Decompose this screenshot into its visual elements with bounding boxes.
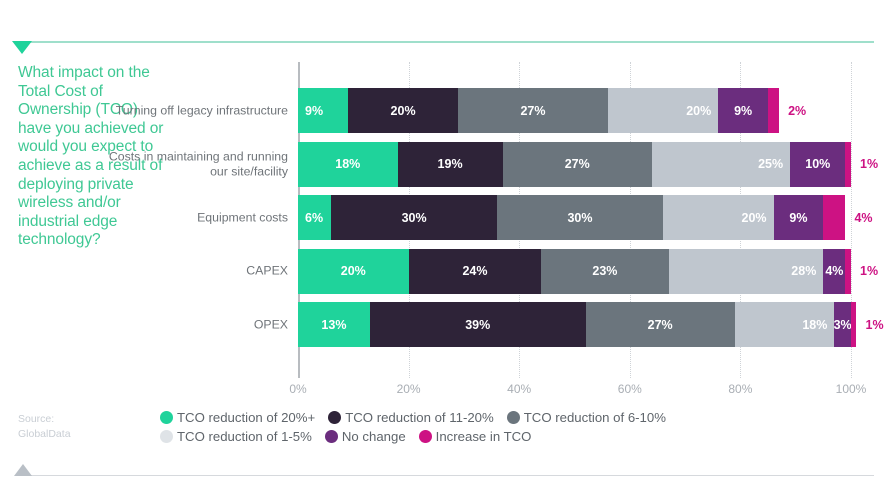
legend-item[interactable]: TCO reduction of 1-5% [160,429,325,444]
bar-segment[interactable] [823,195,846,240]
source-block: Source: GlobalData [18,412,158,442]
source-label: Source: [18,413,55,425]
bar-segment[interactable]: 20% [347,88,459,133]
legend-item[interactable]: TCO reduction of 11-20% [328,410,507,425]
chart-row: Turning off legacy infrastructure 2% 9% 20%… [116,88,851,133]
x-tick-label: 80% [728,382,753,396]
bar-segment[interactable]: 20% [607,88,719,133]
stacked-bar[interactable]: 9% 20% 27% 20% 9% [298,88,780,133]
bar-segment[interactable] [845,248,851,294]
bar-segment[interactable]: 18% [298,141,398,187]
chart-legend: TCO reduction of 20%+ TCO reduction of 11… [160,408,760,446]
legend-label: TCO reduction of 11-20% [345,410,494,425]
bar-segment[interactable]: 3% [834,302,851,347]
bar-segment[interactable]: 18% [734,302,835,347]
bar-segment[interactable]: 27% [502,141,652,187]
bar-segment[interactable] [845,141,851,187]
legend-swatch-icon [160,411,173,424]
bar-segment[interactable]: 28% [668,248,824,294]
bar-segment[interactable]: 25% [651,141,791,187]
x-tick-label: 60% [617,382,642,396]
legend-label: TCO reduction of 1-5% [177,429,312,444]
legend-row-2: TCO reduction of 1-5% No change Increase i… [160,427,760,446]
bar-outer-label: 1% [860,264,879,278]
legend-swatch-icon [160,430,173,443]
x-tick-label: 40% [507,382,532,396]
x-tick-label: 100% [835,382,867,396]
bar-outer-label: 1% [860,157,879,171]
bar-segment[interactable]: 23% [541,248,669,294]
category-label: Turning off legacy infrastructure [115,103,288,118]
legend-label: TCO reduction of 6-10% [523,410,666,425]
legend-swatch-icon [506,411,520,424]
top-divider-rule [22,41,874,43]
bar-segment[interactable]: 39% [369,302,586,347]
legend-item[interactable]: TCO reduction of 20%+ [160,410,328,425]
source-name: GlobalData [18,428,71,440]
legend-swatch-icon [324,430,338,443]
bar-outer-label: 1% [865,317,884,332]
legend-swatch-icon [418,430,432,443]
bar-outer-label: 4% [854,210,873,225]
legend-swatch-icon [328,411,342,424]
bar-segment[interactable]: 24% [408,248,542,294]
stacked-bar-chart: Turning off legacy infrastructure 2% 9% 20%… [109,62,884,396]
bar-segment[interactable] [768,88,780,133]
bar-segment[interactable]: 30% [497,195,663,240]
bar-segment[interactable]: 20% [662,195,774,240]
stacked-bar[interactable]: 18% 19% 27% 25% 10% [298,141,851,187]
chart-row: OPEX 1% 13% 39% 27% 18% 3% [254,302,884,347]
legend-label: Increase in TCO [435,429,532,444]
x-tick-label: 20% [396,382,421,396]
chart-row: CAPEX 1% 20% 24% 23% 28% 4% [246,248,878,294]
x-tick-label: 0% [289,382,307,396]
bar-segment[interactable]: 13% [298,302,370,347]
slide-canvas: What impact on the Total Cost of Ownersh… [0,0,896,504]
stacked-bar[interactable]: 6% 30% 30% 20% 9% [298,195,846,240]
bar-segment[interactable]: 20% [298,248,409,294]
bar-segment[interactable]: 9% [718,88,769,133]
legend-label: No change [341,429,406,444]
legend-item[interactable]: Increase in TCO [418,429,545,444]
legend-item[interactable]: No change [324,429,419,444]
category-label: Costs in maintaining and running our sit… [108,149,288,178]
chart-row: Costs in maintaining and running our sit… [109,141,878,187]
stacked-bar[interactable]: 13% 39% 27% 18% 3% [298,302,857,347]
bar-segment[interactable]: 4% [823,248,846,294]
category-label: CAPEX [246,263,288,278]
bar-segment[interactable]: 9% [298,88,348,133]
bar-segment[interactable]: 9% [773,195,824,240]
bar-segment[interactable]: 27% [458,88,608,133]
bottom-divider-rule [22,475,874,476]
bar-segment[interactable]: 6% [298,195,332,240]
bar-segment[interactable]: 27% [585,302,735,347]
category-label: Equipment costs [197,210,288,225]
bar-segment[interactable]: 10% [790,141,846,187]
bottom-triangle-marker-icon [14,464,32,476]
bar-segment[interactable] [850,302,857,347]
bar-segment[interactable]: 30% [331,195,498,240]
legend-label: TCO reduction of 20%+ [177,410,316,425]
bar-segment[interactable]: 19% [397,141,503,187]
chart-row: Equipment costs 4% 6% 30% 30% 20% 9% [197,195,873,240]
stacked-bar[interactable]: 20% 24% 23% 28% 4% [298,248,851,294]
bar-outer-label: 2% [788,103,807,118]
category-label: OPEX [253,317,288,332]
legend-row-1: TCO reduction of 20%+ TCO reduction of 11… [160,408,760,427]
legend-item[interactable]: TCO reduction of 6-10% [506,410,679,425]
top-triangle-marker-icon [12,41,32,54]
